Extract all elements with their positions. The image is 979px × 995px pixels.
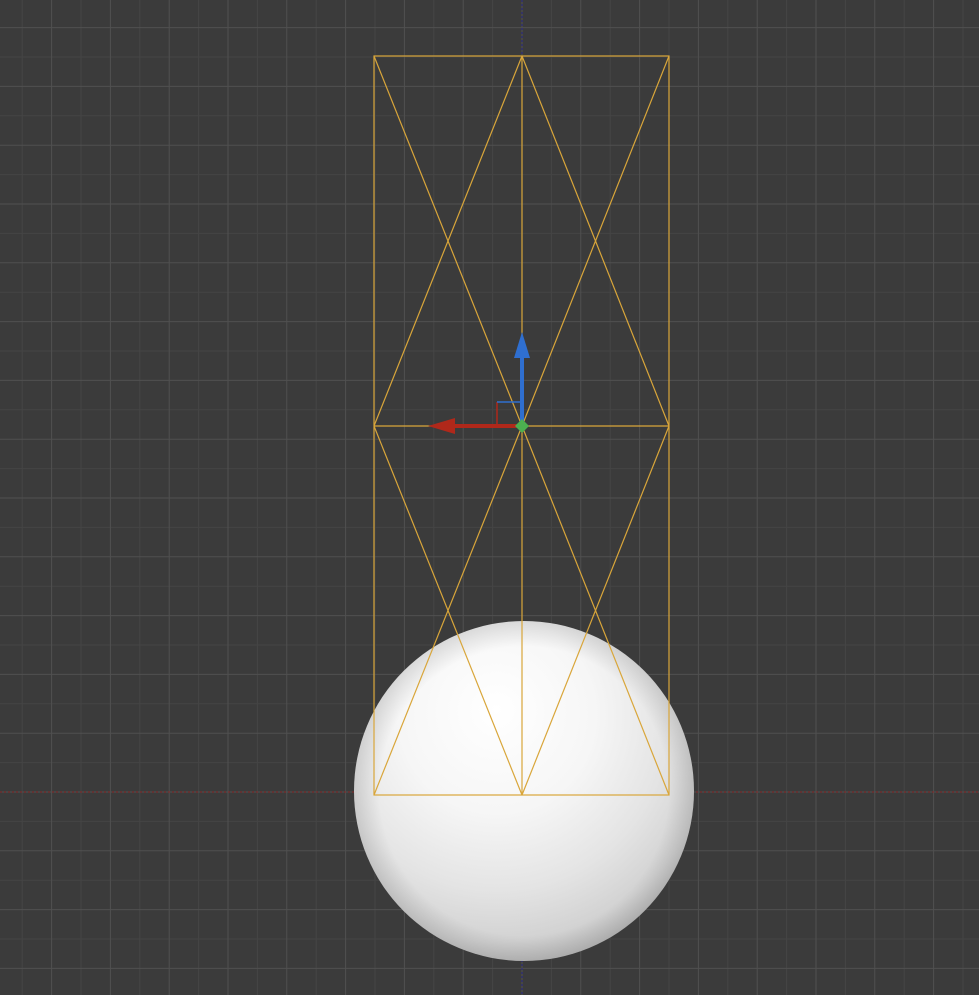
gizmo-x-arrow-head[interactable] [428,418,455,434]
gizmo-z-arrow-head[interactable] [514,332,530,358]
3d-viewport[interactable] [0,0,979,995]
gizmo-pivot-center[interactable] [515,419,529,433]
gizmo-x-axis-handle[interactable] [428,418,522,434]
gizmo-xz-plane-handle[interactable] [496,401,522,426]
translate-gizmo[interactable] [428,332,530,434]
